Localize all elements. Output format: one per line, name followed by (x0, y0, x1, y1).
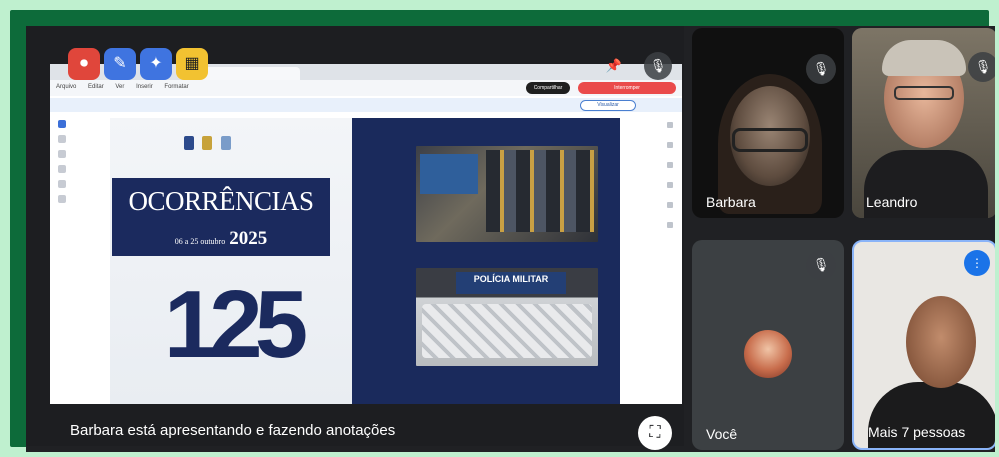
avatar (742, 328, 794, 380)
logo-icon (202, 136, 213, 150)
mic-off-icon: 🎙 (806, 250, 836, 280)
menu-item: Arquivo (56, 84, 77, 90)
share-button: Compartilhar (526, 82, 570, 94)
policia-banner: POLÍCIA MILITAR (456, 272, 566, 294)
mic-off-icon: 🎙 (806, 54, 836, 84)
fullscreen-button[interactable]: ⛶ (638, 416, 672, 450)
logo-icon (184, 136, 194, 150)
logo-icon (220, 136, 231, 150)
select-tool-icon (58, 120, 66, 128)
glasses (894, 86, 954, 100)
slide: OCORRÊNCIAS 06 a 25 outubro 2025 125 POL… (110, 118, 620, 404)
menu-item: Inserir (136, 84, 153, 90)
participant-name: Mais 7 pessoas (868, 424, 966, 440)
hair (882, 40, 966, 76)
record-button[interactable]: ⏺ (68, 48, 100, 80)
side-panel-icons (665, 122, 675, 352)
tasks-icon (667, 162, 673, 168)
mic-off-icon: 🎙 (968, 52, 995, 82)
annotation-toolbar (56, 120, 68, 240)
zoom-tool-icon (58, 135, 66, 143)
keep-icon (667, 142, 673, 148)
effects-button[interactable]: ✦ (140, 48, 172, 80)
agency-logos (184, 136, 254, 154)
menu-item: Formatar (164, 84, 189, 90)
magic-wand-icon: ✦ (149, 55, 163, 72)
date-range-text: 06 a 25 outubro (174, 237, 226, 246)
pen-tool-icon (58, 150, 66, 158)
record-icon: ⏺ (79, 55, 88, 72)
pin-icon[interactable]: 📌 (600, 52, 628, 80)
slot-machines (486, 150, 594, 232)
menu-item: Ver (115, 84, 125, 90)
stop-sharing-button: Interromper (578, 82, 676, 94)
browser-tab (200, 67, 300, 80)
shape-tool-icon (58, 195, 66, 203)
contacts-icon (667, 182, 673, 188)
add-icon (667, 222, 673, 228)
camera-button[interactable]: ▦ (176, 48, 208, 80)
participant-video (906, 296, 976, 388)
eraser-tool-icon (58, 180, 66, 188)
slide-title-box: OCORRÊNCIAS 06 a 25 outubro 2025 (112, 178, 330, 256)
participant-name: Leandro (866, 194, 918, 210)
seized-bags (422, 304, 592, 358)
presentation-tile[interactable]: Arquivo Editar Ver Inserir Formatar Comp… (26, 26, 684, 450)
calendar-icon (667, 122, 673, 128)
menu-item: Editar (88, 84, 104, 90)
participant-name: Você (706, 426, 738, 442)
view-button: Visualizar (580, 100, 636, 111)
highlighter-tool-icon (58, 165, 66, 173)
slide-photo-slot-machines (416, 146, 598, 242)
video-off-icon: ▦ (184, 55, 200, 72)
year-text: 2025 (229, 228, 268, 249)
photo-banner (420, 154, 478, 194)
annotate-button[interactable]: ✎ (104, 48, 136, 80)
shared-browser-window: Arquivo Editar Ver Inserir Formatar Comp… (50, 64, 682, 404)
occurrence-count: 125 (163, 271, 308, 378)
maps-icon (667, 202, 673, 208)
slide-date-range: 06 a 25 outubro 2025 (112, 228, 330, 250)
slide-title: OCORRÊNCIAS (128, 186, 314, 216)
pen-icon: ✎ (113, 55, 127, 72)
glasses (732, 128, 808, 152)
meet-window: Arquivo Editar Ver Inserir Formatar Comp… (26, 26, 995, 452)
speaking-indicator-icon: ⋮ (964, 250, 990, 276)
presenter-caption: Barbara está apresentando e fazendo anot… (70, 422, 396, 439)
slide-photo-seizure: POLÍCIA MILITAR (416, 268, 598, 366)
participant-name: Barbara (706, 194, 756, 210)
mic-off-icon: 🎙 (644, 52, 672, 80)
slide-left-panel: OCORRÊNCIAS 06 a 25 outubro 2025 125 (110, 118, 352, 404)
